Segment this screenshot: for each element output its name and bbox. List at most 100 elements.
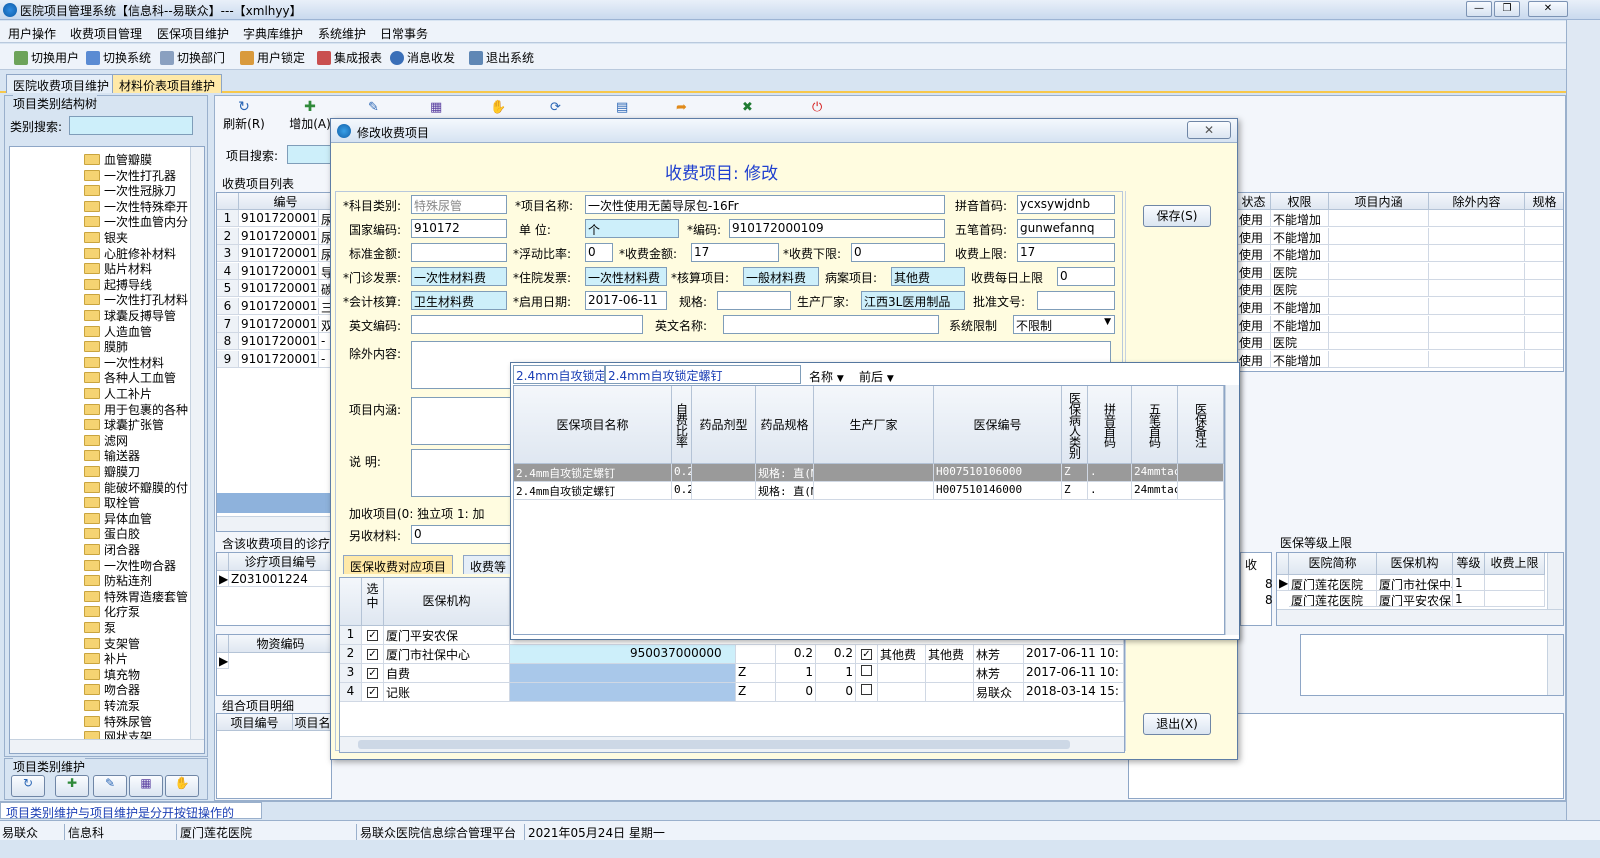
- category-input[interactable]: 特殊尿管: [411, 195, 507, 214]
- national-code-input[interactable]: 910172: [411, 219, 507, 238]
- fee-lower-input[interactable]: 0: [851, 243, 945, 262]
- flag-checkbox[interactable]: ✓: [856, 645, 878, 664]
- type-cell[interactable]: [736, 645, 776, 664]
- exit-system-button[interactable]: 退出系统: [469, 49, 534, 65]
- right-grid-cell[interactable]: [1329, 350, 1429, 368]
- tree-item[interactable]: 滤网: [84, 432, 128, 448]
- fee-upper-input[interactable]: 17: [1017, 243, 1115, 262]
- tree-item[interactable]: 心脏修补材料: [84, 245, 176, 261]
- ins-vscroll[interactable]: [1547, 553, 1563, 609]
- right-grid-cell[interactable]: [1329, 227, 1429, 245]
- ins-level-cell[interactable]: 1: [1453, 575, 1485, 591]
- pinyin-input[interactable]: ycxsywjdnb: [1017, 195, 1115, 214]
- popup-search-text[interactable]: 2.4mm自攻锁定螺钉: [605, 365, 801, 384]
- ins-level-cell[interactable]: 1: [1453, 591, 1485, 607]
- tree-item[interactable]: 特殊尿管: [84, 713, 152, 729]
- tree-item[interactable]: 补片: [84, 650, 128, 666]
- unit-input[interactable]: 个: [585, 219, 679, 238]
- right-grid-cell[interactable]: [1429, 298, 1525, 315]
- right-grid-cell[interactable]: 使用: [1237, 333, 1271, 351]
- flag-checkbox[interactable]: [856, 664, 878, 683]
- popup-cell[interactable]: .: [1088, 482, 1132, 500]
- popup-cell[interactable]: 2.4mm自攻锁定螺钉: [514, 482, 672, 500]
- popup-cell[interactable]: 规格: 直(MEMO): [756, 482, 814, 500]
- right-grid-cell[interactable]: [1429, 350, 1525, 368]
- popup-cell[interactable]: Z: [1062, 482, 1088, 500]
- tree-item[interactable]: 取栓管: [84, 494, 140, 510]
- tree-item[interactable]: 一次性特殊牵开: [84, 198, 188, 214]
- en-code-input[interactable]: [411, 315, 643, 334]
- right-grid-cell[interactable]: [1525, 228, 1563, 245]
- tree-item[interactable]: 瓣膜刀: [84, 463, 140, 479]
- tree-item[interactable]: 转流泵: [84, 697, 140, 713]
- tree-item[interactable]: 化疗泵: [84, 603, 140, 619]
- popup-cell[interactable]: [1178, 464, 1224, 482]
- tree-item[interactable]: 一次性材料: [84, 354, 164, 370]
- tree-item[interactable]: 防粘连剂: [84, 572, 152, 588]
- en-name-input[interactable]: [723, 315, 939, 334]
- power-icon[interactable]: ⏻: [812, 100, 822, 115]
- messages-button[interactable]: 消息收发: [390, 49, 455, 65]
- case-item-input[interactable]: 其他费: [891, 267, 965, 286]
- popup-mode-name[interactable]: 名称 ▼: [809, 368, 844, 385]
- ip-invoice-input[interactable]: 一次性材料费: [585, 267, 667, 286]
- popup-cell[interactable]: 0.2: [672, 482, 692, 500]
- flag-checkbox[interactable]: [856, 683, 878, 702]
- ratio-cell[interactable]: 1: [776, 664, 816, 683]
- switch-system-button[interactable]: 切换系统: [86, 49, 151, 65]
- right-grid-cell[interactable]: [1525, 245, 1563, 263]
- ins-code-cell[interactable]: [510, 683, 736, 702]
- account-item-input[interactable]: 一般材料费: [743, 267, 819, 286]
- right-grid-cell[interactable]: 使用: [1237, 280, 1271, 298]
- ins-hscroll[interactable]: [1277, 609, 1563, 625]
- code-cell[interactable]: 9101720001: [239, 227, 319, 245]
- popup-cell[interactable]: [692, 482, 756, 500]
- right-grid-cell[interactable]: [1525, 333, 1563, 351]
- code-cell[interactable]: 9101720001: [239, 210, 319, 227]
- fee-type-cell[interactable]: [878, 683, 926, 702]
- right-grid-cell[interactable]: [1429, 262, 1525, 280]
- select-checkbox[interactable]: ✓: [362, 645, 384, 664]
- reports-button[interactable]: 集成报表: [317, 49, 382, 65]
- other-material-input[interactable]: 0: [411, 525, 511, 544]
- popup-cell[interactable]: 24mmtac: [1132, 464, 1178, 482]
- tree-item[interactable]: 起搏导线: [84, 276, 152, 292]
- right-grid-cell[interactable]: [1329, 315, 1429, 333]
- right-grid-cell[interactable]: 不能增加: [1271, 315, 1329, 333]
- tab-hospital-fee[interactable]: 医院收费项目维护: [6, 74, 117, 93]
- tree-item[interactable]: 吻合器: [84, 681, 140, 697]
- ins-org-cell[interactable]: 厦门平安农保: [384, 626, 510, 645]
- start-date-input[interactable]: 2017-06-11: [585, 291, 667, 310]
- operator-cell[interactable]: 林芳: [974, 664, 1024, 683]
- op-invoice-input[interactable]: 一次性材料费: [411, 267, 507, 286]
- operator-cell[interactable]: 易联众: [974, 683, 1024, 702]
- tree-item[interactable]: 膜肺: [84, 338, 128, 354]
- ratio-cell[interactable]: 0: [816, 683, 856, 702]
- code-cell[interactable]: 9101720001: [239, 245, 319, 263]
- right-grid-cell[interactable]: [1525, 263, 1563, 280]
- switch-dept-button[interactable]: 切换部门: [160, 49, 225, 65]
- tree-item[interactable]: 球囊扩张管: [84, 416, 164, 432]
- tab-material-price[interactable]: 材料价表项目维护: [112, 74, 223, 93]
- popup-cell[interactable]: H007510106000: [934, 464, 1062, 482]
- tab-fee-etc[interactable]: 收费等: [463, 555, 514, 574]
- right-grid-cell[interactable]: 医院: [1271, 262, 1329, 280]
- right-grid-cell[interactable]: [1525, 351, 1563, 368]
- spec-input[interactable]: [717, 291, 791, 310]
- right-grid-cell[interactable]: 医院: [1271, 333, 1329, 351]
- tree-item[interactable]: 银夹: [84, 229, 128, 245]
- popup-cell[interactable]: [814, 464, 934, 482]
- menu-user-ops[interactable]: 用户操作: [8, 25, 56, 42]
- menu-dictionary[interactable]: 字典库维护: [243, 25, 303, 42]
- select-checkbox[interactable]: ✓: [362, 626, 384, 645]
- right-grid-cell[interactable]: [1329, 333, 1429, 351]
- tree-item[interactable]: 贴片材料: [84, 260, 152, 276]
- tree-vscroll[interactable]: [190, 147, 204, 739]
- fee-type-cell[interactable]: [878, 664, 926, 683]
- right-grid-cell[interactable]: 使用: [1237, 210, 1271, 227]
- popup-cell[interactable]: [1178, 482, 1224, 500]
- daily-upper-input[interactable]: 0: [1057, 267, 1115, 286]
- minimize-button[interactable]: —: [1466, 1, 1492, 17]
- right-grid-cell[interactable]: [1329, 245, 1429, 263]
- tree-item[interactable]: 异体血管: [84, 510, 152, 526]
